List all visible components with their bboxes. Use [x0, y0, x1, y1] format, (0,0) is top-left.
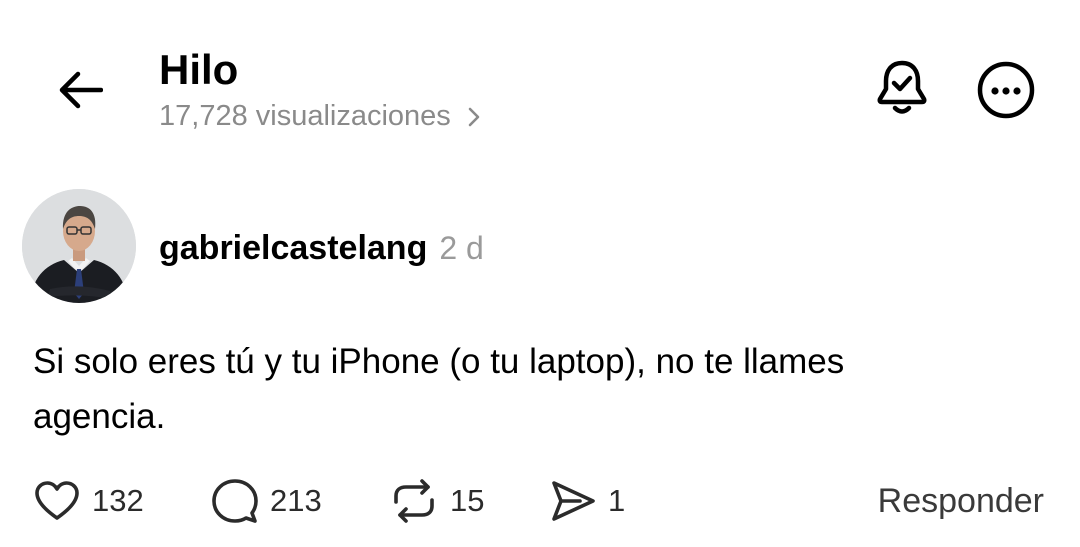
page-title: Hilo	[159, 46, 239, 93]
comment-count: 213	[270, 483, 322, 518]
share-button[interactable]: 1	[550, 476, 625, 526]
username[interactable]: gabrielcastelang	[159, 229, 427, 268]
repost-button[interactable]: 15	[390, 476, 484, 526]
views-link[interactable]: 17,728 visualizaciones	[159, 96, 481, 136]
avatar[interactable]	[22, 189, 136, 303]
avatar-image	[22, 189, 136, 303]
repost-icon	[390, 478, 438, 524]
back-button[interactable]	[48, 58, 112, 122]
arrow-left-icon	[59, 71, 103, 109]
like-button[interactable]: 132	[34, 476, 144, 526]
post-time: 2 d	[439, 229, 484, 266]
heart-icon	[34, 480, 80, 522]
share-count: 1	[608, 483, 626, 518]
post-text-line-1: Si solo eres tú y tu iPhone (o tu laptop…	[33, 342, 845, 381]
post-actions: 132 213 15 1 Responder	[34, 476, 1044, 526]
views-count: 17,728 visualizaciones	[159, 99, 451, 132]
chevron-right-icon	[467, 106, 481, 128]
post-text: Si solo eres tú y tu iPhone (o tu laptop…	[33, 334, 1043, 444]
more-horizontal-icon	[977, 61, 1035, 119]
reply-button[interactable]: Responder	[878, 476, 1044, 526]
repost-count: 15	[450, 483, 485, 518]
post-author-row: gabrielcastelang 2 d	[159, 223, 484, 273]
comment-icon	[212, 478, 258, 524]
comment-button[interactable]: 213	[212, 476, 322, 526]
more-options-button[interactable]	[974, 58, 1038, 122]
send-icon	[550, 479, 596, 523]
notifications-button[interactable]	[870, 56, 934, 120]
post-text-line-2: agencia.	[33, 397, 166, 436]
bell-check-icon	[877, 60, 927, 114]
like-count: 132	[92, 483, 144, 518]
